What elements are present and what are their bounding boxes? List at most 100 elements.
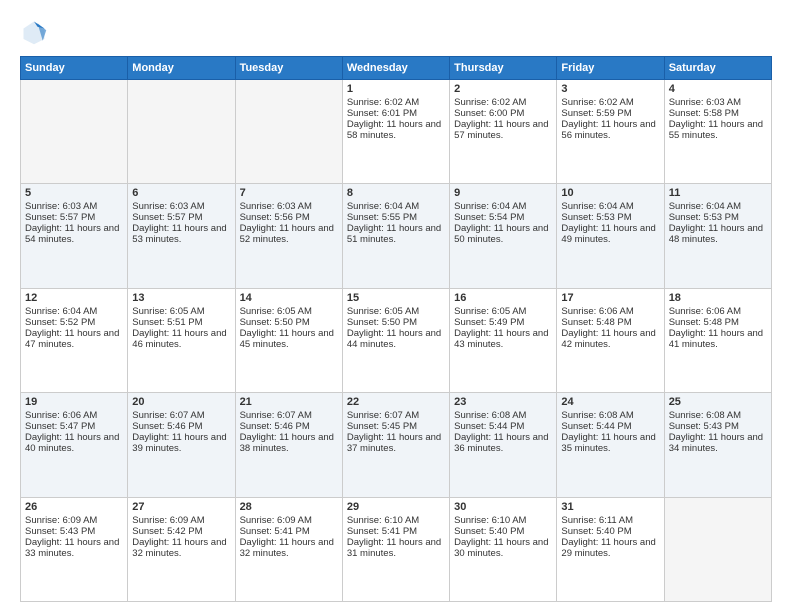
day-number: 15 bbox=[347, 292, 445, 304]
sunrise-text: Sunrise: 6:11 AM bbox=[561, 515, 659, 526]
daylight-text: Daylight: 11 hours and 31 minutes. bbox=[347, 537, 445, 559]
sunset-text: Sunset: 5:44 PM bbox=[454, 421, 552, 432]
sunset-text: Sunset: 5:42 PM bbox=[132, 526, 230, 537]
daylight-text: Daylight: 11 hours and 49 minutes. bbox=[561, 223, 659, 245]
sunrise-text: Sunrise: 6:05 AM bbox=[454, 306, 552, 317]
sunset-text: Sunset: 5:51 PM bbox=[132, 317, 230, 328]
calendar-header-monday: Monday bbox=[128, 57, 235, 80]
daylight-text: Daylight: 11 hours and 42 minutes. bbox=[561, 328, 659, 350]
sunrise-text: Sunrise: 6:03 AM bbox=[669, 97, 767, 108]
sunset-text: Sunset: 5:41 PM bbox=[347, 526, 445, 537]
sunrise-text: Sunrise: 6:02 AM bbox=[561, 97, 659, 108]
sunrise-text: Sunrise: 6:10 AM bbox=[454, 515, 552, 526]
calendar-cell: 9Sunrise: 6:04 AMSunset: 5:54 PMDaylight… bbox=[450, 184, 557, 288]
day-number: 7 bbox=[240, 187, 338, 199]
sunset-text: Sunset: 5:44 PM bbox=[561, 421, 659, 432]
sunrise-text: Sunrise: 6:06 AM bbox=[669, 306, 767, 317]
day-number: 21 bbox=[240, 396, 338, 408]
calendar-header-sunday: Sunday bbox=[21, 57, 128, 80]
sunset-text: Sunset: 5:52 PM bbox=[25, 317, 123, 328]
calendar-cell: 16Sunrise: 6:05 AMSunset: 5:49 PMDayligh… bbox=[450, 288, 557, 392]
calendar-cell: 21Sunrise: 6:07 AMSunset: 5:46 PMDayligh… bbox=[235, 393, 342, 497]
sunset-text: Sunset: 5:49 PM bbox=[454, 317, 552, 328]
logo bbox=[20, 18, 52, 46]
daylight-text: Daylight: 11 hours and 50 minutes. bbox=[454, 223, 552, 245]
sunset-text: Sunset: 5:58 PM bbox=[669, 108, 767, 119]
daylight-text: Daylight: 11 hours and 48 minutes. bbox=[669, 223, 767, 245]
daylight-text: Daylight: 11 hours and 54 minutes. bbox=[25, 223, 123, 245]
day-number: 13 bbox=[132, 292, 230, 304]
daylight-text: Daylight: 11 hours and 32 minutes. bbox=[240, 537, 338, 559]
daylight-text: Daylight: 11 hours and 34 minutes. bbox=[669, 432, 767, 454]
calendar-cell bbox=[21, 80, 128, 184]
day-number: 23 bbox=[454, 396, 552, 408]
sunset-text: Sunset: 5:55 PM bbox=[347, 212, 445, 223]
day-number: 27 bbox=[132, 501, 230, 513]
calendar-cell: 2Sunrise: 6:02 AMSunset: 6:00 PMDaylight… bbox=[450, 80, 557, 184]
sunset-text: Sunset: 5:46 PM bbox=[132, 421, 230, 432]
sunrise-text: Sunrise: 6:09 AM bbox=[240, 515, 338, 526]
calendar-week-2: 5Sunrise: 6:03 AMSunset: 5:57 PMDaylight… bbox=[21, 184, 772, 288]
daylight-text: Daylight: 11 hours and 45 minutes. bbox=[240, 328, 338, 350]
sunrise-text: Sunrise: 6:07 AM bbox=[347, 410, 445, 421]
sunset-text: Sunset: 6:00 PM bbox=[454, 108, 552, 119]
day-number: 17 bbox=[561, 292, 659, 304]
calendar-cell: 19Sunrise: 6:06 AMSunset: 5:47 PMDayligh… bbox=[21, 393, 128, 497]
day-number: 2 bbox=[454, 83, 552, 95]
calendar-cell: 23 Sunrise: 6:08 AMSunset: 5:44 PMDayligh… bbox=[450, 393, 557, 497]
calendar-cell: 13Sunrise: 6:05 AMSunset: 5:51 PMDayligh… bbox=[128, 288, 235, 392]
daylight-text: Daylight: 11 hours and 30 minutes. bbox=[454, 537, 552, 559]
calendar-week-5: 26Sunrise: 6:09 AMSunset: 5:43 PMDayligh… bbox=[21, 497, 772, 601]
sunset-text: Sunset: 5:53 PM bbox=[561, 212, 659, 223]
daylight-text: Daylight: 11 hours and 56 minutes. bbox=[561, 119, 659, 141]
sunset-text: Sunset: 5:48 PM bbox=[561, 317, 659, 328]
calendar-header-thursday: Thursday bbox=[450, 57, 557, 80]
sunrise-text: Sunrise: 6:09 AM bbox=[25, 515, 123, 526]
calendar-cell: 26Sunrise: 6:09 AMSunset: 5:43 PMDayligh… bbox=[21, 497, 128, 601]
sunrise-text: Sunrise: 6:08 AM bbox=[454, 410, 552, 421]
sunset-text: Sunset: 5:40 PM bbox=[454, 526, 552, 537]
calendar-cell: 5Sunrise: 6:03 AMSunset: 5:57 PMDaylight… bbox=[21, 184, 128, 288]
sunset-text: Sunset: 5:48 PM bbox=[669, 317, 767, 328]
calendar-cell: 27Sunrise: 6:09 AMSunset: 5:42 PMDayligh… bbox=[128, 497, 235, 601]
day-number: 30 bbox=[454, 501, 552, 513]
sunset-text: Sunset: 5:43 PM bbox=[25, 526, 123, 537]
calendar-cell: 25Sunrise: 6:08 AMSunset: 5:43 PMDayligh… bbox=[664, 393, 771, 497]
calendar-cell: 31Sunrise: 6:11 AMSunset: 5:40 PMDayligh… bbox=[557, 497, 664, 601]
calendar-cell: 24Sunrise: 6:08 AMSunset: 5:44 PMDayligh… bbox=[557, 393, 664, 497]
sunrise-text: Sunrise: 6:06 AM bbox=[25, 410, 123, 421]
calendar-header-tuesday: Tuesday bbox=[235, 57, 342, 80]
sunrise-text: Sunrise: 6:05 AM bbox=[240, 306, 338, 317]
daylight-text: Daylight: 11 hours and 35 minutes. bbox=[561, 432, 659, 454]
calendar-cell: 8Sunrise: 6:04 AMSunset: 5:55 PMDaylight… bbox=[342, 184, 449, 288]
calendar-cell: 29 Sunrise: 6:10 AMSunset: 5:41 PMDayligh… bbox=[342, 497, 449, 601]
sunrise-text: Sunrise: 6:05 AM bbox=[132, 306, 230, 317]
day-number: 20 bbox=[132, 396, 230, 408]
sunset-text: Sunset: 5:50 PM bbox=[347, 317, 445, 328]
calendar-week-1: 1Sunrise: 6:02 AMSunset: 6:01 PMDaylight… bbox=[21, 80, 772, 184]
day-number: 16 bbox=[454, 292, 552, 304]
day-number: 31 bbox=[561, 501, 659, 513]
sunrise-text: Sunrise: 6:04 AM bbox=[347, 201, 445, 212]
daylight-text: Daylight: 11 hours and 36 minutes. bbox=[454, 432, 552, 454]
sunset-text: Sunset: 5:41 PM bbox=[240, 526, 338, 537]
calendar-cell: 12Sunrise: 6:04 AMSunset: 5:52 PMDayligh… bbox=[21, 288, 128, 392]
sunset-text: Sunset: 5:57 PM bbox=[25, 212, 123, 223]
day-number: 25 bbox=[669, 396, 767, 408]
daylight-text: Daylight: 11 hours and 55 minutes. bbox=[669, 119, 767, 141]
calendar-cell: 6Sunrise: 6:03 AMSunset: 5:57 PMDaylight… bbox=[128, 184, 235, 288]
calendar-header-friday: Friday bbox=[557, 57, 664, 80]
daylight-text: Daylight: 11 hours and 47 minutes. bbox=[25, 328, 123, 350]
sunrise-text: Sunrise: 6:03 AM bbox=[25, 201, 123, 212]
calendar-header-wednesday: Wednesday bbox=[342, 57, 449, 80]
daylight-text: Daylight: 11 hours and 40 minutes. bbox=[25, 432, 123, 454]
day-number: 14 bbox=[240, 292, 338, 304]
daylight-text: Daylight: 11 hours and 52 minutes. bbox=[240, 223, 338, 245]
logo-icon bbox=[20, 18, 48, 46]
calendar-cell: 28Sunrise: 6:09 AMSunset: 5:41 PMDayligh… bbox=[235, 497, 342, 601]
sunrise-text: Sunrise: 6:10 AM bbox=[347, 515, 445, 526]
sunset-text: Sunset: 5:43 PM bbox=[669, 421, 767, 432]
day-number: 29 bbox=[347, 501, 445, 513]
day-number: 3 bbox=[561, 83, 659, 95]
page: SundayMondayTuesdayWednesdayThursdayFrid… bbox=[0, 0, 792, 612]
